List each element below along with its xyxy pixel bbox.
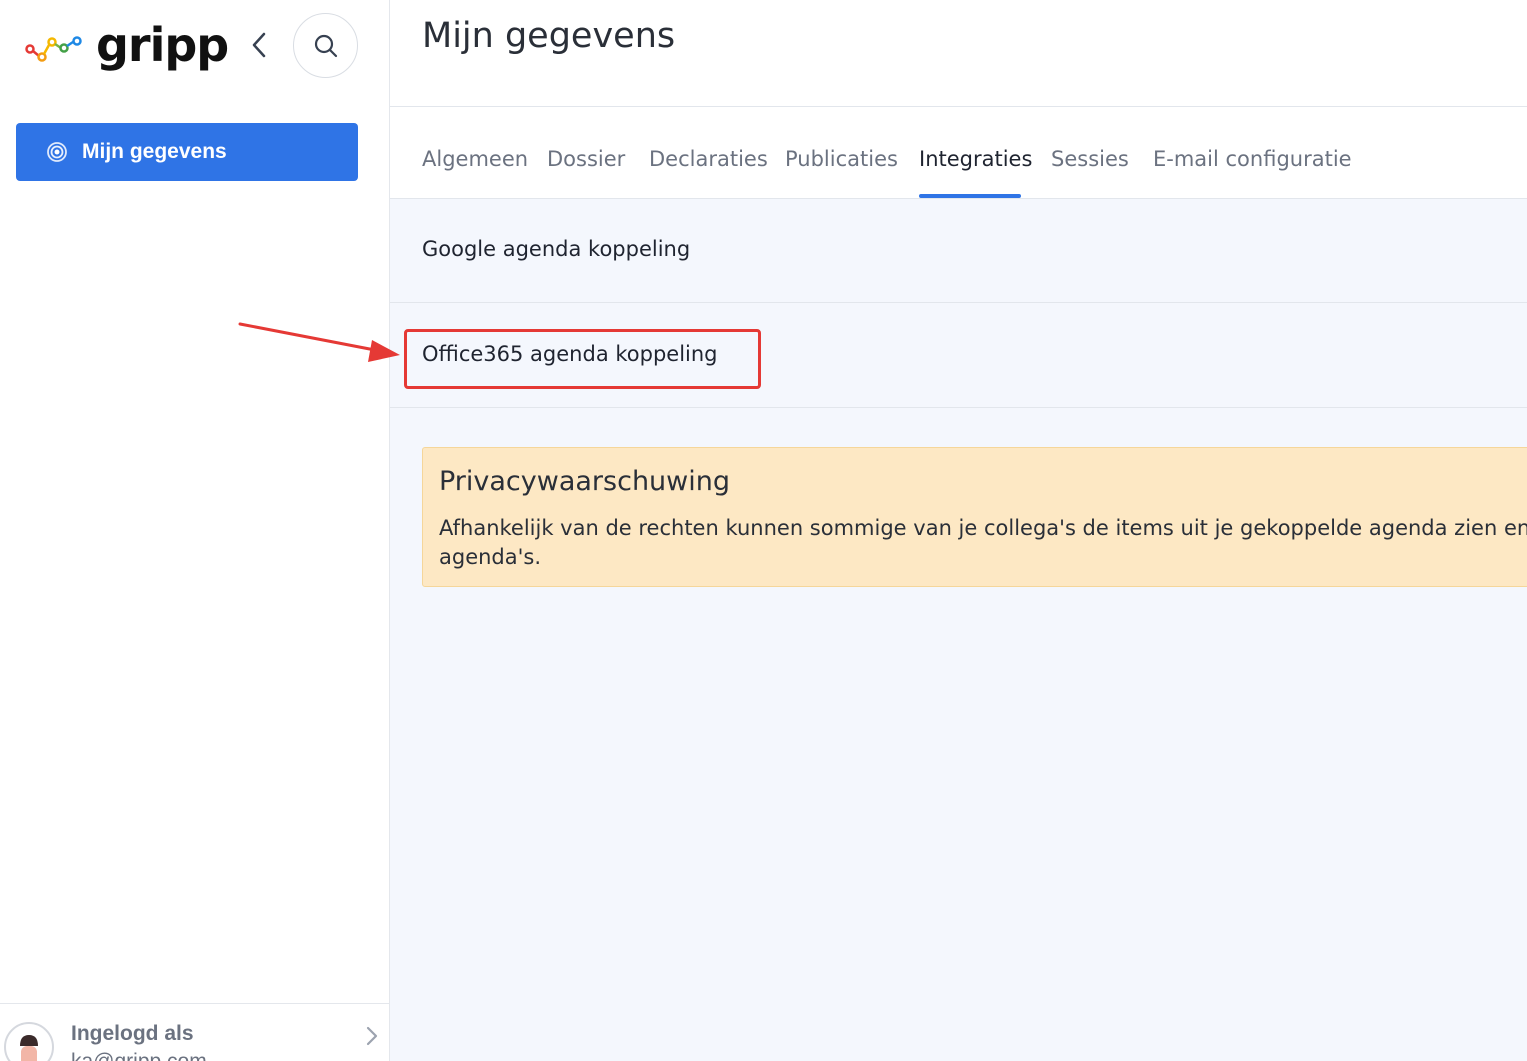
privacy-warning-alert: Privacywaarschuwing Afhankelijk van de r… bbox=[422, 447, 1527, 587]
integration-row-google[interactable]: Google agenda koppeling bbox=[390, 199, 1527, 303]
warning-title: Privacywaarschuwing bbox=[439, 466, 731, 497]
sidebar-item-label: Mijn gegevens bbox=[82, 140, 227, 163]
active-tab-indicator bbox=[919, 194, 1021, 198]
search-button[interactable] bbox=[293, 13, 358, 78]
brand-name: gripp bbox=[96, 18, 229, 72]
chevron-right-icon bbox=[366, 1026, 378, 1046]
tab-bar: Algemeen Dossier Declaraties Publicaties… bbox=[390, 107, 1527, 199]
tab-publicaties[interactable]: Publicaties bbox=[785, 147, 898, 171]
logo-mark-icon bbox=[25, 36, 82, 62]
gripp-logo[interactable]: gripp bbox=[24, 18, 229, 72]
page-header: Mijn gegevens bbox=[390, 0, 1527, 107]
main-content: Mijn gegevens Algemeen Dossier Declarati… bbox=[390, 0, 1527, 1061]
tab-declaraties[interactable]: Declaraties bbox=[649, 147, 768, 171]
user-account-footer[interactable]: Ingelogd als ka@gripp.com bbox=[0, 1003, 389, 1061]
logged-in-email: ka@gripp.com bbox=[71, 1050, 207, 1061]
chevron-left-icon bbox=[252, 32, 266, 58]
collapse-sidebar-button[interactable] bbox=[244, 28, 274, 62]
sidebar: gripp Mijn gegevens Ingelogd als ka@grip… bbox=[0, 0, 390, 1061]
tab-dossier[interactable]: Dossier bbox=[547, 147, 625, 171]
tab-sessies[interactable]: Sessies bbox=[1051, 147, 1129, 171]
tab-algemeen[interactable]: Algemeen bbox=[422, 147, 528, 171]
office365-agenda-link[interactable]: Office365 agenda koppeling bbox=[422, 342, 718, 366]
tab-email-configuratie[interactable]: E-mail configuratie bbox=[1153, 147, 1352, 171]
page-title: Mijn gegevens bbox=[422, 16, 676, 56]
sidebar-item-mijn-gegevens[interactable]: Mijn gegevens bbox=[16, 123, 358, 181]
annotation-arrow-icon bbox=[238, 322, 400, 362]
logged-in-label: Ingelogd als bbox=[71, 1022, 194, 1045]
search-icon bbox=[314, 34, 337, 57]
integration-row-office365[interactable]: Office365 agenda koppeling bbox=[390, 304, 1527, 408]
user-avatar-icon bbox=[20, 1035, 38, 1061]
google-agenda-link[interactable]: Google agenda koppeling bbox=[422, 237, 690, 261]
warning-text: Afhankelijk van de rechten kunnen sommig… bbox=[439, 516, 1527, 569]
tab-integraties[interactable]: Integraties bbox=[919, 147, 1032, 171]
target-icon bbox=[47, 142, 67, 162]
avatar bbox=[4, 1022, 54, 1061]
